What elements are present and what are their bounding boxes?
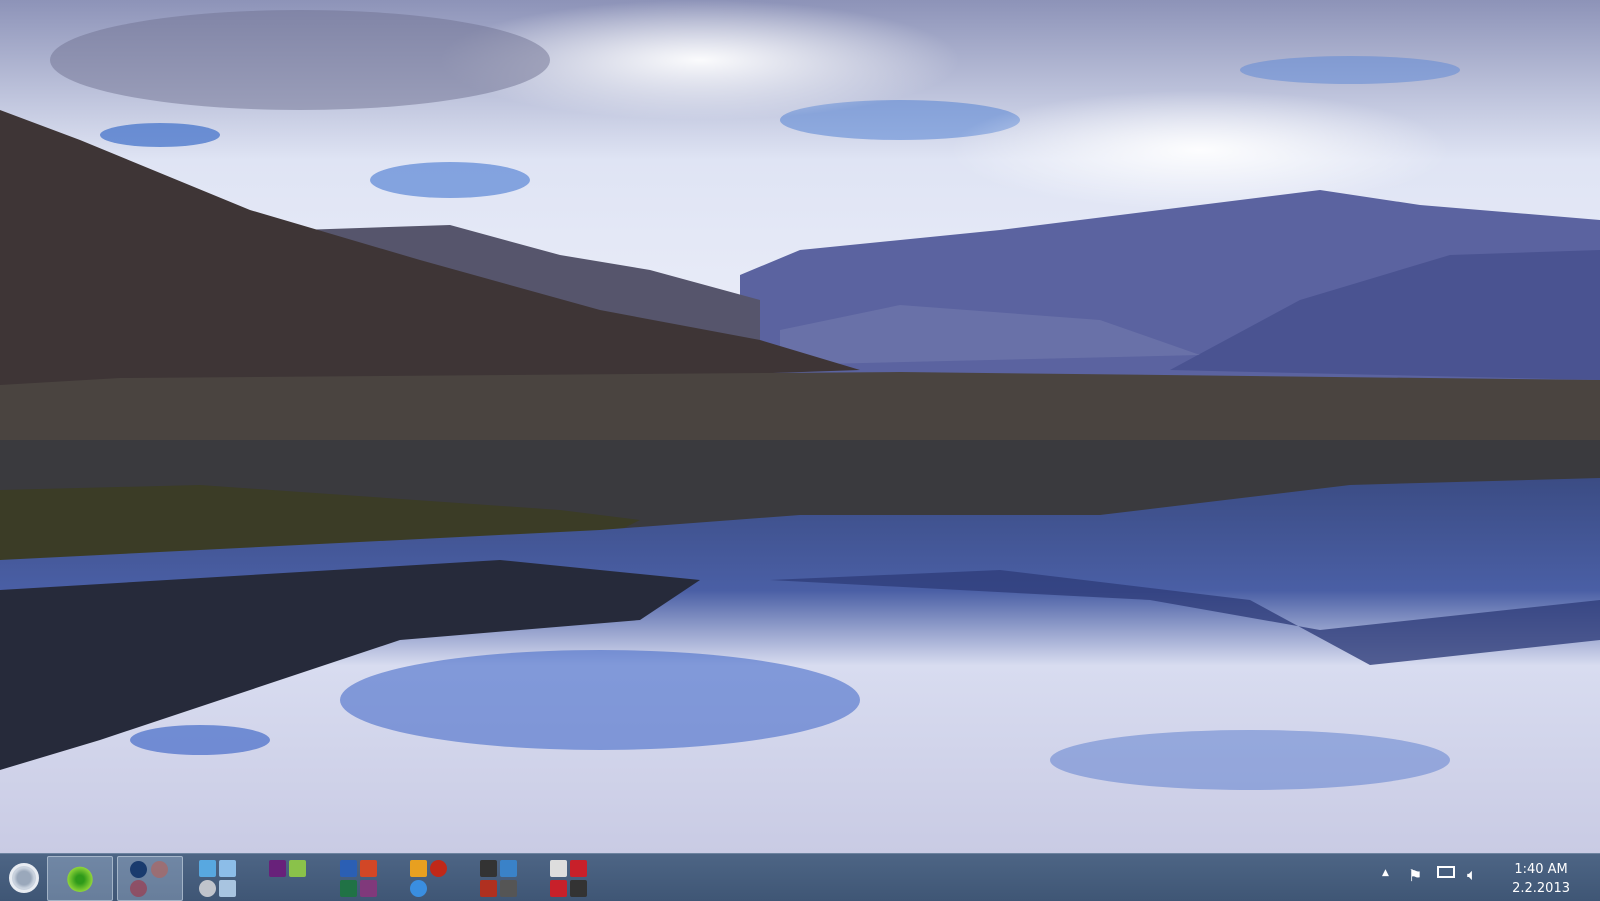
game-icon (570, 880, 587, 897)
taskbar-group-dev[interactable] (267, 856, 312, 899)
taskbar-group-games[interactable] (478, 856, 523, 899)
taskbar-group-office[interactable] (338, 856, 383, 899)
clock-time: 1:40 AM (1514, 862, 1568, 877)
system-tray: ▲ ⚑ 🔈︎ 1:40 AM 2.2.2013 (1375, 854, 1600, 901)
mass-effect-3-icon (550, 880, 567, 897)
winamp-icon (410, 860, 427, 877)
sleeping-dogs-icon (500, 880, 517, 897)
firefox-icon (130, 861, 147, 878)
taskbar-group-system[interactable] (197, 856, 242, 899)
calculator-icon (219, 860, 236, 877)
onenote-icon (360, 880, 377, 897)
notepad-plus-plus-icon (289, 860, 306, 877)
volume-icon[interactable]: 🔈︎ (1467, 865, 1477, 885)
taskbar-group-browsers[interactable] (117, 856, 183, 901)
clover-icon (66, 864, 94, 892)
landscape-wallpaper (0, 0, 1600, 853)
recycle-bin-icon (219, 880, 236, 897)
taskbar-group-media[interactable] (408, 856, 453, 899)
powerpoint-icon (360, 860, 377, 877)
opera-icon (130, 880, 147, 897)
control-panel-icon (199, 860, 216, 877)
taskbar: ▲ ⚑ 🔈︎ 1:40 AM 2.2.2013 (0, 853, 1600, 901)
visual-studio-icon (269, 860, 286, 877)
clock[interactable]: 1:40 AM 2.2.2013 (1512, 860, 1570, 898)
word-icon (340, 860, 357, 877)
start-button[interactable] (4, 858, 42, 896)
taskbar-group-clover[interactable] (47, 856, 113, 901)
mass-effect-2-icon (570, 860, 587, 877)
clock-date: 2.2.2013 (1512, 881, 1570, 896)
action-center-flag-icon[interactable]: ⚑ (1408, 866, 1422, 885)
itunes-icon (410, 880, 427, 897)
show-hidden-icons-arrow[interactable]: ▲ (1382, 868, 1389, 878)
excel-icon (340, 880, 357, 897)
game-icon (480, 880, 497, 897)
media-icon (430, 860, 447, 877)
taskbar-group-games2[interactable] (548, 856, 593, 899)
start-orb-icon (9, 863, 39, 893)
desktop-wallpaper (0, 0, 1600, 853)
steam-icon (480, 860, 497, 877)
chrome-icon (151, 861, 168, 878)
network-icon[interactable] (1437, 866, 1455, 878)
game-icon (500, 860, 517, 877)
volume-mixer-icon (199, 880, 216, 897)
mass-effect-2-icon (550, 860, 567, 877)
